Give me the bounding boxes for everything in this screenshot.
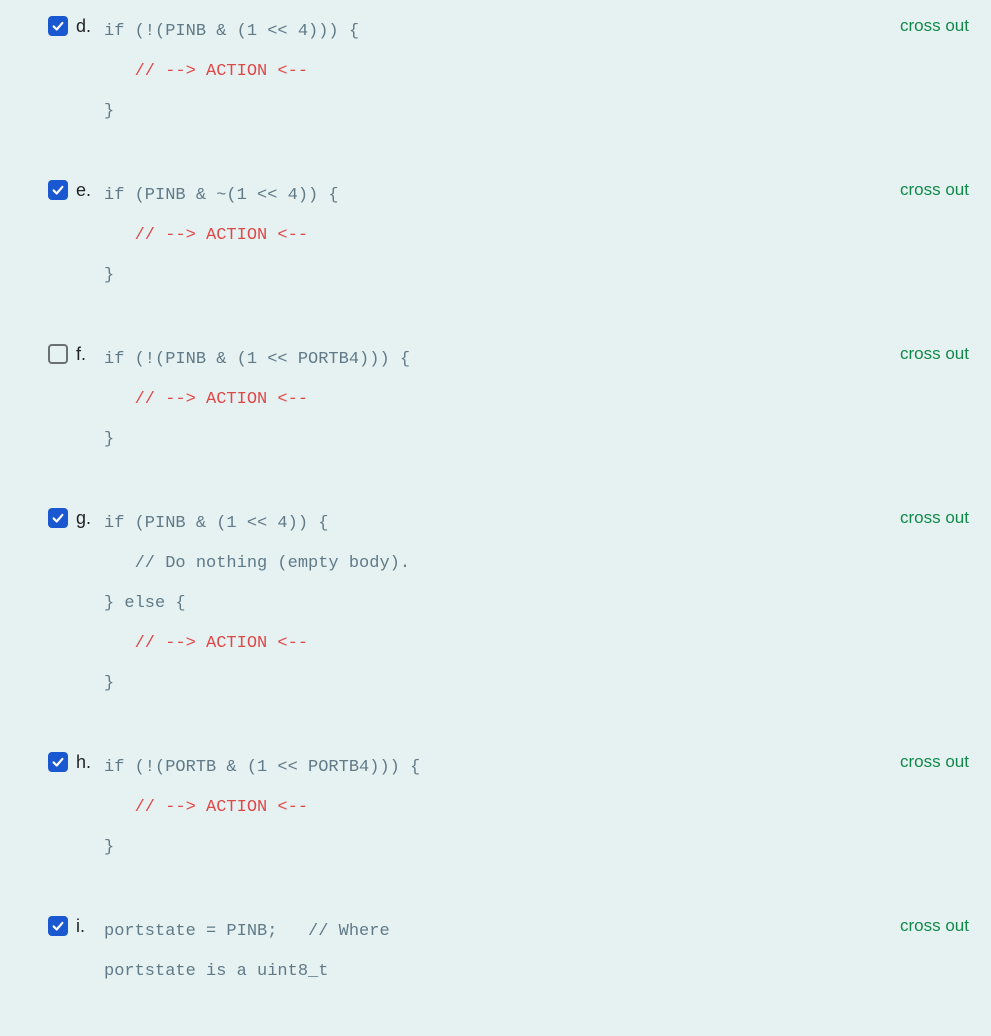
code-line: portstate is a uint8_t [104, 962, 328, 981]
option-checkbox[interactable] [48, 344, 68, 364]
code-line: } [104, 430, 114, 449]
code-line: } [104, 838, 114, 857]
option-letter: i. [76, 912, 98, 937]
quiz-options-container: d.if (!(PINB & (1 << 4))) { // --> ACTIO… [0, 0, 991, 992]
checkbox-wrap [48, 340, 72, 364]
code-line: // --> ACTION <-- [104, 226, 308, 245]
code-line: if (PINB & ~(1 << 4)) { [104, 186, 339, 205]
code-line: if (!(PORTB & (1 << PORTB4))) { [104, 758, 420, 777]
code-line: } [104, 102, 114, 121]
check-icon [51, 19, 65, 33]
check-icon [51, 755, 65, 769]
quiz-option: e.if (PINB & ~(1 << 4)) { // --> ACTION … [14, 176, 977, 296]
code-line: } else { [104, 594, 186, 613]
code-line: if (PINB & (1 << 4)) { [104, 514, 328, 533]
checkbox-wrap [48, 504, 72, 528]
code-block: if (!(PINB & (1 << PORTB4))) { // --> AC… [104, 340, 977, 460]
quiz-option: h.if (!(PORTB & (1 << PORTB4))) { // -->… [14, 748, 977, 868]
code-line: // --> ACTION <-- [104, 390, 308, 409]
code-block: if (!(PORTB & (1 << PORTB4))) { // --> A… [104, 748, 977, 868]
option-body: if (PINB & ~(1 << 4)) { // --> ACTION <-… [98, 176, 977, 296]
checkbox-wrap [48, 12, 72, 36]
option-checkbox[interactable] [48, 16, 68, 36]
option-checkbox[interactable] [48, 752, 68, 772]
code-line: // Do nothing (empty body). [104, 554, 410, 573]
cross-out-link[interactable]: cross out [900, 916, 969, 936]
quiz-option: f.if (!(PINB & (1 << PORTB4))) { // --> … [14, 340, 977, 460]
option-letter: d. [76, 12, 98, 37]
code-block: portstate = PINB; // Where portstate is … [104, 912, 977, 992]
quiz-option: d.if (!(PINB & (1 << 4))) { // --> ACTIO… [14, 12, 977, 132]
check-icon [51, 183, 65, 197]
option-letter: f. [76, 340, 98, 365]
checkbox-wrap [48, 748, 72, 772]
code-line: // --> ACTION <-- [104, 634, 308, 653]
check-icon [51, 511, 65, 525]
code-line: if (!(PINB & (1 << 4))) { [104, 22, 359, 41]
code-block: if (PINB & (1 << 4)) { // Do nothing (em… [104, 504, 977, 704]
checkbox-wrap [48, 912, 72, 936]
code-line: if (!(PINB & (1 << PORTB4))) { [104, 350, 410, 369]
option-letter: h. [76, 748, 98, 773]
cross-out-link[interactable]: cross out [900, 752, 969, 772]
check-icon [51, 919, 65, 933]
option-checkbox[interactable] [48, 916, 68, 936]
code-line: } [104, 266, 114, 285]
option-body: if (!(PINB & (1 << 4))) { // --> ACTION … [98, 12, 977, 132]
code-line: // --> ACTION <-- [104, 798, 308, 817]
checkbox-wrap [48, 176, 72, 200]
option-checkbox[interactable] [48, 508, 68, 528]
option-body: if (!(PINB & (1 << PORTB4))) { // --> AC… [98, 340, 977, 460]
code-line: } [104, 674, 114, 693]
code-block: if (PINB & ~(1 << 4)) { // --> ACTION <-… [104, 176, 977, 296]
option-checkbox[interactable] [48, 180, 68, 200]
cross-out-link[interactable]: cross out [900, 344, 969, 364]
cross-out-link[interactable]: cross out [900, 508, 969, 528]
cross-out-link[interactable]: cross out [900, 180, 969, 200]
code-line: // --> ACTION <-- [104, 62, 308, 81]
quiz-option: i.portstate = PINB; // Where portstate i… [14, 912, 977, 992]
option-body: if (!(PORTB & (1 << PORTB4))) { // --> A… [98, 748, 977, 868]
option-letter: g. [76, 504, 98, 529]
code-block: if (!(PINB & (1 << 4))) { // --> ACTION … [104, 12, 977, 132]
option-body: if (PINB & (1 << 4)) { // Do nothing (em… [98, 504, 977, 704]
code-line: portstate = PINB; // Where [104, 922, 390, 941]
option-letter: e. [76, 176, 98, 201]
quiz-option: g.if (PINB & (1 << 4)) { // Do nothing (… [14, 504, 977, 704]
cross-out-link[interactable]: cross out [900, 16, 969, 36]
option-body: portstate = PINB; // Where portstate is … [98, 912, 977, 992]
